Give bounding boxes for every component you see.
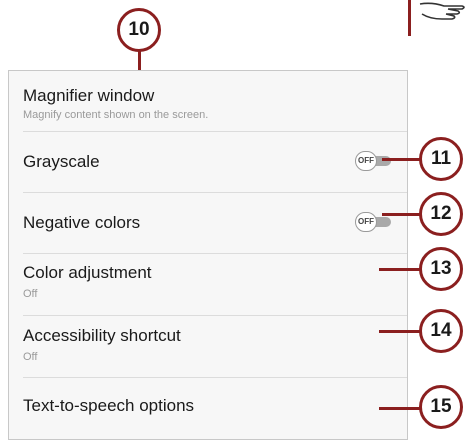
grayscale-item[interactable]: Grayscale OFF xyxy=(9,132,407,192)
accessibility-shortcut-value: Off xyxy=(23,351,38,363)
color-adjustment-value: Off xyxy=(23,288,38,300)
magnifier-window-subtitle: Magnify content shown on the screen. xyxy=(23,109,209,121)
callout-13: 13 xyxy=(419,247,463,291)
callout-15: 15 xyxy=(419,385,463,429)
magnifier-window-title: Magnifier window xyxy=(23,86,155,105)
toggle-thumb: OFF xyxy=(355,151,377,171)
negative-colors-item[interactable]: Negative colors OFF xyxy=(9,193,407,253)
callout-12: 12 xyxy=(419,192,463,236)
grayscale-title: Grayscale xyxy=(23,152,100,171)
settings-panel: Magnifier window Magnify content shown o… xyxy=(8,70,408,440)
grayscale-toggle[interactable]: OFF xyxy=(355,151,393,171)
negative-colors-title: Negative colors xyxy=(23,213,141,232)
color-adjustment-item[interactable]: Color adjustment Off xyxy=(9,254,407,314)
pointing-hand-icon xyxy=(419,2,465,20)
callout-11: 11 xyxy=(419,137,463,181)
color-adjustment-title: Color adjustment xyxy=(23,263,152,282)
accessibility-shortcut-item[interactable]: Accessibility shortcut Off xyxy=(9,316,407,376)
callout-10: 10 xyxy=(117,8,161,52)
callout-14-line xyxy=(379,330,422,333)
callout-11-line xyxy=(382,158,422,161)
magnifier-window-item[interactable]: Magnifier window Magnify content shown o… xyxy=(9,71,407,129)
callout-12-line xyxy=(382,213,422,216)
callout-14: 14 xyxy=(419,309,463,353)
accessibility-shortcut-title: Accessibility shortcut xyxy=(23,326,181,345)
accent-bar xyxy=(408,0,411,36)
text-to-speech-item[interactable]: Text-to-speech options xyxy=(9,378,407,438)
callout-13-line xyxy=(379,268,422,271)
toggle-thumb: OFF xyxy=(355,212,377,232)
callout-15-line xyxy=(379,407,422,410)
text-to-speech-title: Text-to-speech options xyxy=(23,396,195,415)
